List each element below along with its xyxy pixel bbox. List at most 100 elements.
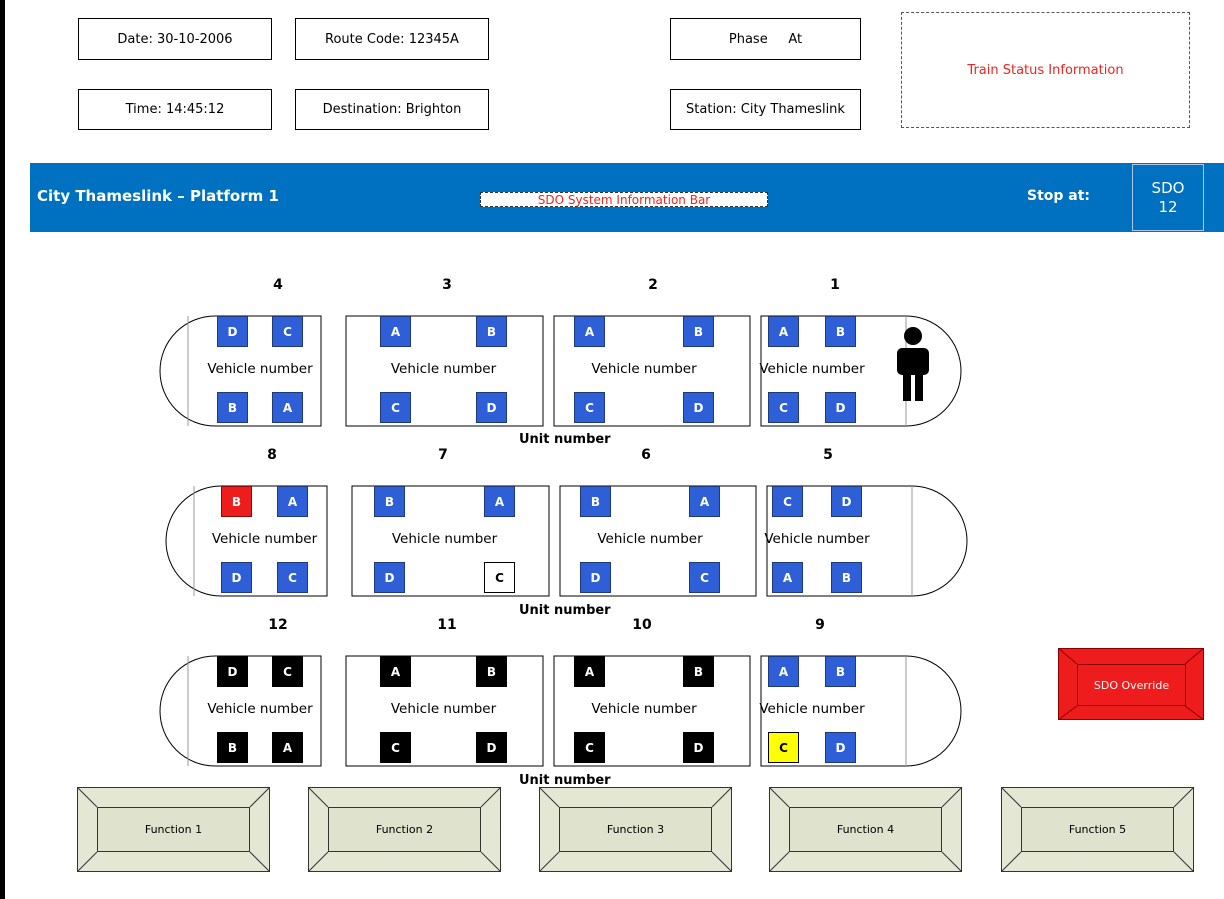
door-c[interactable]: C	[768, 732, 799, 763]
car-number: 1	[830, 277, 840, 293]
door-d[interactable]: D	[825, 732, 856, 763]
function-button-label: Function 1	[144, 823, 203, 836]
door-a[interactable]: A	[768, 656, 799, 687]
function-button-label: Function 2	[375, 823, 434, 836]
door-c[interactable]: C	[772, 486, 803, 517]
door-a[interactable]: A	[689, 486, 720, 517]
door-c[interactable]: C	[380, 732, 411, 763]
door-a[interactable]: A	[380, 316, 411, 347]
door-d[interactable]: D	[683, 392, 714, 423]
door-b[interactable]: B	[825, 656, 856, 687]
vehicle-number-label: Vehicle number	[764, 531, 870, 547]
left-border	[0, 0, 5, 899]
sdo-value: 12	[1158, 197, 1178, 216]
door-a[interactable]: A	[574, 316, 605, 347]
door-d[interactable]: D	[825, 392, 856, 423]
date-display: Date: 30-10-2006	[78, 18, 272, 60]
car-number: 4	[273, 277, 283, 293]
door-b[interactable]: B	[580, 486, 611, 517]
route-code-display: Route Code: 12345A	[295, 18, 489, 60]
vehicle-number-label: Vehicle number	[759, 361, 865, 377]
door-d[interactable]: D	[831, 486, 862, 517]
door-d[interactable]: D	[683, 732, 714, 763]
platform-title: City Thameslink – Platform 1	[37, 187, 279, 205]
sdo-stop-box[interactable]: SDO 12	[1132, 164, 1204, 231]
door-a[interactable]: A	[768, 316, 799, 347]
vehicle-number-label: Vehicle number	[211, 531, 318, 547]
function-button-face[interactable]: Function 4	[789, 807, 942, 852]
door-c[interactable]: C	[277, 562, 308, 593]
system-info-label: SDO System Information Bar	[537, 192, 711, 207]
car-number: 10	[632, 617, 652, 633]
unit-number-label: Unit number	[519, 773, 611, 788]
stop-at-label: Stop at:	[1027, 188, 1091, 204]
door-b[interactable]: B	[476, 656, 507, 687]
door-d[interactable]: D	[221, 562, 252, 593]
train-status-panel: Train Status Information	[901, 12, 1190, 128]
car-number: 9	[815, 617, 825, 633]
function-button-face[interactable]: Function 3	[559, 807, 712, 852]
door-c[interactable]: C	[380, 392, 411, 423]
door-d[interactable]: D	[476, 392, 507, 423]
car-number: 2	[648, 277, 658, 293]
car-number: 6	[641, 447, 651, 463]
door-c[interactable]: C	[689, 562, 720, 593]
door-a[interactable]: A	[772, 562, 803, 593]
time-display: Time: 14:45:12	[78, 89, 272, 130]
door-d[interactable]: D	[217, 656, 248, 687]
door-c[interactable]: C	[574, 392, 605, 423]
sdo-label: SDO	[1151, 178, 1185, 197]
door-b[interactable]: B	[683, 656, 714, 687]
phase-display: Phase At	[670, 18, 861, 60]
vehicle-number-label: Vehicle number	[207, 701, 313, 717]
door-b[interactable]: B	[683, 316, 714, 347]
vehicle-number-label: Vehicle number	[391, 531, 498, 547]
door-d[interactable]: D	[374, 562, 405, 593]
station-display: Station: City Thameslink	[670, 89, 861, 130]
door-d[interactable]: D	[217, 316, 248, 347]
door-c[interactable]: C	[484, 562, 515, 593]
door-b[interactable]: B	[221, 486, 252, 517]
door-c[interactable]: C	[768, 392, 799, 423]
function-button-label: Function 5	[1068, 823, 1127, 836]
door-d[interactable]: D	[476, 732, 507, 763]
function-button-label: Function 4	[836, 823, 895, 836]
car-number: 3	[442, 277, 452, 293]
door-c[interactable]: C	[272, 656, 303, 687]
door-c[interactable]: C	[574, 732, 605, 763]
vehicle-number-label: Vehicle number	[207, 361, 313, 377]
door-a[interactable]: A	[277, 486, 308, 517]
function-button-face[interactable]: Function 5	[1021, 807, 1174, 852]
unit-number-label: Unit number	[519, 603, 611, 618]
door-b[interactable]: B	[217, 732, 248, 763]
function-button-face[interactable]: Function 1	[97, 807, 250, 852]
door-b[interactable]: B	[831, 562, 862, 593]
car-number: 8	[267, 447, 277, 463]
door-d[interactable]: D	[580, 562, 611, 593]
vehicle-number-label: Vehicle number	[390, 701, 497, 717]
function-button-face[interactable]: Function 2	[328, 807, 481, 852]
car-number: 12	[268, 617, 288, 633]
system-info-bar: SDO System Information Bar	[480, 192, 768, 207]
door-b[interactable]: B	[217, 392, 248, 423]
sdo-override-label: SDO Override	[1093, 678, 1170, 692]
door-a[interactable]: A	[574, 656, 605, 687]
vehicle-number-label: Vehicle number	[597, 531, 703, 547]
driver-icon	[897, 327, 929, 401]
door-c[interactable]: C	[272, 316, 303, 347]
door-b[interactable]: B	[825, 316, 856, 347]
door-b[interactable]: B	[374, 486, 405, 517]
door-b[interactable]: B	[476, 316, 507, 347]
vehicle-number-label: Vehicle number	[591, 361, 697, 377]
door-a[interactable]: A	[484, 486, 515, 517]
door-a[interactable]: A	[272, 732, 303, 763]
car-number: 11	[437, 617, 457, 633]
vehicle-number-label: Vehicle number	[759, 701, 865, 717]
function-button-label: Function 3	[606, 823, 665, 836]
door-a[interactable]: A	[272, 392, 303, 423]
sdo-override-face[interactable]: SDO Override	[1077, 664, 1186, 706]
car-number: 7	[438, 447, 448, 463]
door-a[interactable]: A	[380, 656, 411, 687]
vehicle-number-label: Vehicle number	[591, 701, 697, 717]
train-status-label: Train Status Information	[967, 62, 1124, 78]
